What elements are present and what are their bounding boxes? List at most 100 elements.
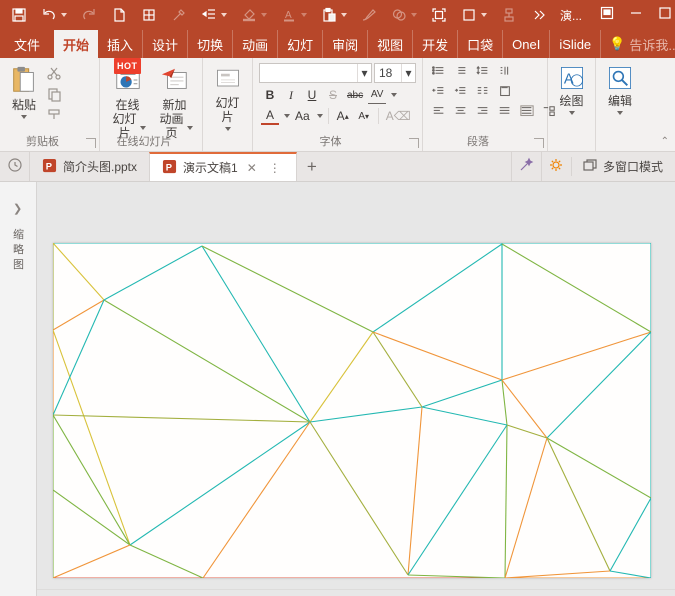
settings-button[interactable] [541,152,571,181]
low-poly-mesh-graphic [53,243,651,578]
paper-plane-icon [160,65,190,98]
bold-button[interactable]: B [261,86,279,104]
scissors-button[interactable] [44,67,64,83]
indent-increase-button[interactable] [453,85,469,104]
draw-button[interactable]: A 绘图 [552,62,591,118]
numbering-button[interactable] [453,65,469,84]
slide-button-label: 幻灯片 [212,96,243,124]
doc-tab-inactive[interactable]: P简介头图.pptx [30,152,149,181]
clear-format-button[interactable]: A⌫ [384,107,413,125]
tab-menu-icon[interactable]: ⋮ [266,161,284,175]
undo-button[interactable] [34,3,74,27]
group-online-slides: HOT 在线 幻灯片 新加 动画页 在线幻灯片 [100,58,203,151]
new-tab-button[interactable]: + [297,152,327,181]
tab-开发[interactable]: 开发 [413,30,458,58]
tab-视图[interactable]: 视图 [368,30,413,58]
maximize-button[interactable] [650,0,675,30]
font-name-combobox[interactable]: ▾ [259,63,372,83]
tab-审阅[interactable]: 审阅 [323,30,368,58]
paste-button[interactable]: 粘贴 [4,62,44,125]
chevron-down-icon [481,13,487,17]
tab-设计[interactable]: 设计 [143,30,188,58]
align-center-button[interactable] [453,105,469,124]
slide[interactable] [53,243,651,578]
group-slide: 幻灯片 [203,58,253,151]
align-right-button[interactable] [475,105,491,124]
shrink-font-button[interactable]: A▾ [355,107,373,125]
tab-幻灯[interactable]: 幻灯 [278,30,323,58]
dialog-launcher-icon[interactable] [409,138,419,148]
tab-插入[interactable]: 插入 [98,30,143,58]
justify-button[interactable] [497,105,513,124]
magnifier-icon [607,65,633,94]
new-animation-page-button[interactable]: 新加 动画页 [151,62,198,143]
chevron-down-icon [140,126,146,130]
window-title: 演... [560,7,582,24]
eyedropper-icon [171,7,187,23]
bullets-icon [431,66,447,83]
application-window: A 演... 文件 开始插入设计切换动画幻灯审阅视图开发口袋OneIiSlide… [0,0,675,596]
document-tabs: P简介头图.pptxP演示文稿1✕⋮ [30,152,297,181]
online-slides-button[interactable]: HOT 在线 幻灯片 [104,62,151,143]
format-painter-button[interactable] [44,109,64,125]
char-spacing-button[interactable]: AV [368,86,386,104]
tell-me-label: 告诉我... [629,35,675,54]
paste-small-button[interactable] [314,3,354,27]
clipboard-small-buttons [44,62,64,125]
expand-selection-button[interactable] [424,3,454,27]
tab-开始[interactable]: 开始 [54,30,98,58]
pin-window-button[interactable] [592,0,621,30]
bullets-button[interactable] [431,65,447,84]
indent-decrease-button[interactable] [431,85,447,104]
tell-me-box[interactable]: 💡 告诉我... [601,30,675,58]
tab-切换[interactable]: 切换 [188,30,233,58]
grow-font-button[interactable]: A▴ [334,107,352,125]
grid-button[interactable] [134,3,164,27]
expand-panel-button[interactable]: ❯ [13,202,22,215]
tab-iSlide[interactable]: iSlide [550,30,601,58]
dialog-launcher-icon[interactable] [534,138,544,148]
more-chevrons-button[interactable] [524,3,554,27]
minimize-button[interactable] [621,0,650,30]
tab-动画[interactable]: 动画 [233,30,278,58]
multi-window-label: 多窗口模式 [603,158,663,175]
chevron-down-icon [569,111,575,115]
slide-button[interactable]: 幻灯片 [207,62,248,134]
indent-button[interactable] [194,3,234,27]
doc-tab-active[interactable]: P演示文稿1✕⋮ [149,152,297,181]
ribbon-tab-row: 文件 开始插入设计切换动画幻灯审阅视图开发口袋OneIiSlide 💡 告诉我.… [0,30,675,58]
tab-OneI[interactable]: OneI [503,30,550,58]
align-left-button[interactable] [431,105,447,124]
collapse-ribbon-button[interactable]: ⌃ [661,136,669,147]
line-spacing-icon [475,66,491,83]
theme-colors-button[interactable] [454,3,494,27]
save-button[interactable] [4,3,34,27]
tab-口袋[interactable]: 口袋 [458,30,503,58]
copy-button[interactable] [44,88,64,104]
text-direction-icon [497,66,513,83]
double-strike-button[interactable]: abc [345,86,365,104]
change-case-button[interactable]: Aa [293,107,312,125]
multi-window-mode-button[interactable]: 多窗口模式 [571,157,675,176]
edit-button[interactable]: 编辑 [600,62,640,118]
panel-label-char: 图 [0,258,37,273]
line-spacing-button[interactable] [475,65,491,84]
text-direction-button[interactable] [497,65,513,84]
close-tab-icon[interactable]: ✕ [244,161,260,175]
new-doc-button[interactable] [104,3,134,27]
columns-button[interactable] [475,85,491,104]
text-box-direction-button[interactable] [497,85,513,104]
history-button[interactable] [0,152,30,181]
font-size-combobox[interactable]: 18 ▾ [374,63,416,83]
dialog-launcher-icon[interactable] [86,138,96,148]
italic-button[interactable]: I [282,86,300,104]
underline-button[interactable]: U [303,86,321,104]
font-color-icon: A [281,7,297,23]
align-center-icon [453,106,469,123]
strikethrough-button[interactable]: S [324,86,342,104]
tab-file[interactable]: 文件 [0,30,54,58]
paste-icon [9,65,39,98]
distribute-button[interactable] [519,105,535,124]
font-color-button[interactable]: A [261,107,279,125]
wand-button[interactable] [511,152,541,181]
